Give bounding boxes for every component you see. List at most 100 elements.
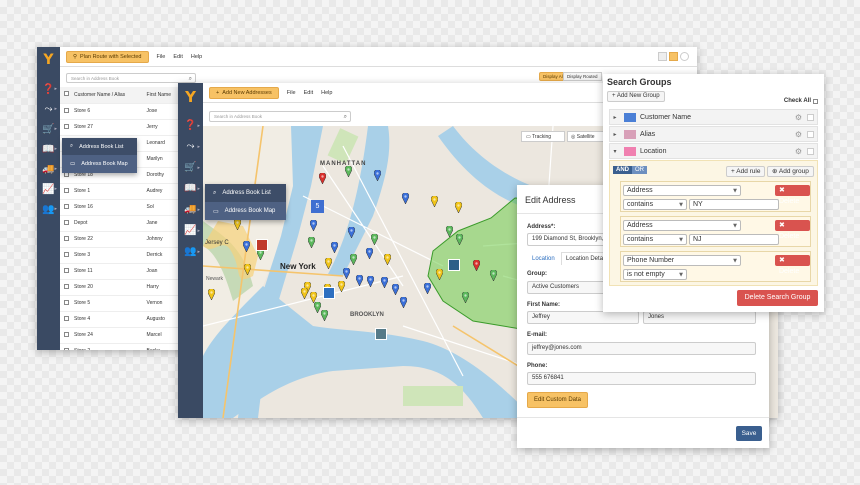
list-view-icon[interactable] bbox=[669, 52, 678, 61]
or-button[interactable]: OR bbox=[632, 166, 647, 174]
rule-field-select[interactable]: Address ▼ bbox=[623, 185, 741, 196]
gear-icon[interactable]: ⚙ bbox=[795, 113, 802, 122]
search-input-map[interactable]: Search in Address Book ⌕ bbox=[209, 111, 351, 122]
flyout-address-book-list[interactable]: ⌕ Address Book List bbox=[205, 184, 286, 202]
flyout-address-book-list[interactable]: ⌕ Address Book List bbox=[62, 138, 137, 155]
last-name-input[interactable]: Jones bbox=[643, 311, 756, 324]
tab-location[interactable]: Location bbox=[532, 256, 555, 262]
chart-icon[interactable]: 📈 ▸ bbox=[37, 179, 60, 199]
check-all-label[interactable]: Check All bbox=[784, 98, 818, 104]
menu-help[interactable]: Help bbox=[191, 54, 202, 60]
table-row[interactable]: Store 3 Derrick bbox=[60, 247, 180, 264]
row-checkbox[interactable] bbox=[60, 279, 70, 296]
display-routed-button[interactable]: Display Routed bbox=[563, 72, 602, 81]
depot-marker[interactable] bbox=[256, 239, 268, 251]
table-row[interactable]: Store 16 Sol bbox=[60, 199, 180, 216]
row-checkbox[interactable] bbox=[60, 231, 70, 248]
table-row[interactable]: Depot Jane bbox=[60, 215, 180, 232]
row-checkbox[interactable] bbox=[60, 215, 70, 232]
rule-operator-select[interactable]: contains ▼ bbox=[623, 234, 687, 245]
table-row[interactable]: Store 2Becky bbox=[60, 343, 180, 350]
row-checkbox[interactable] bbox=[60, 247, 70, 264]
users-icon[interactable]: 👥 ▸ bbox=[37, 199, 60, 219]
row-checkbox[interactable] bbox=[60, 327, 70, 344]
phone-input[interactable]: 555 676841 bbox=[527, 372, 756, 385]
table-row[interactable]: Store 24 Marcel bbox=[60, 327, 180, 344]
vehicle-marker[interactable] bbox=[375, 328, 387, 340]
chart-icon[interactable]: 📈 ▸ bbox=[178, 220, 203, 241]
rule-value-input[interactable]: NJ bbox=[689, 234, 779, 245]
plan-route-button[interactable]: ⚲ Plan Route with Selected bbox=[66, 50, 149, 63]
expand-icon[interactable]: ▸ bbox=[610, 114, 620, 121]
table-row[interactable]: Store 22 Johnny bbox=[60, 231, 180, 248]
group-checkbox[interactable] bbox=[807, 147, 814, 155]
collapse-icon[interactable]: ▾ bbox=[610, 148, 620, 155]
table-row[interactable]: Store 20 Harry bbox=[60, 279, 180, 296]
row-checkbox[interactable] bbox=[60, 119, 70, 136]
menu-file[interactable]: File bbox=[157, 54, 166, 60]
info-icon[interactable] bbox=[680, 52, 689, 61]
address-input[interactable]: 199 Diamond St, Brooklyn, N bbox=[527, 233, 612, 246]
table-row[interactable]: Store 1 Audrey bbox=[60, 183, 180, 200]
delete-rule-button[interactable]: ✖ Delete bbox=[775, 220, 810, 240]
edit-custom-data-button[interactable]: Edit Custom Data bbox=[527, 392, 589, 408]
tab-location-details[interactable]: Location Deta bbox=[561, 252, 609, 265]
truck-icon[interactable]: 🚚 ▸ bbox=[37, 159, 60, 179]
table-row[interactable]: Store 11 Joan bbox=[60, 263, 180, 280]
vehicle-marker[interactable] bbox=[448, 259, 460, 271]
row-checkbox[interactable] bbox=[60, 311, 70, 328]
table-row[interactable]: Store 27 Jerry bbox=[60, 119, 180, 136]
email-input[interactable]: jeffrey@jones.com bbox=[527, 342, 756, 355]
vehicle-marker[interactable] bbox=[323, 287, 335, 299]
delete-search-group-button[interactable]: Delete Search Group bbox=[737, 290, 818, 306]
table-row[interactable]: Store 6 Jose bbox=[60, 103, 180, 120]
map-tracking-button[interactable]: ▭ Tracking bbox=[521, 131, 565, 142]
cart-icon[interactable]: 🛒 ▸ bbox=[178, 157, 203, 178]
add-new-addresses-button[interactable]: + Add New Addresses bbox=[209, 86, 279, 99]
group-checkbox[interactable] bbox=[807, 113, 814, 121]
and-button[interactable]: AND bbox=[613, 166, 632, 174]
grid-view-icon[interactable] bbox=[658, 52, 667, 61]
menu-file[interactable]: File bbox=[287, 90, 296, 96]
rule-operator-select[interactable]: contains ▼ bbox=[623, 199, 687, 210]
group-row-alias[interactable]: ▸ Alias ⚙ bbox=[609, 126, 818, 142]
rule-field-select[interactable]: Phone Number ▼ bbox=[623, 255, 741, 266]
cart-icon[interactable]: 🛒 ▸ bbox=[37, 119, 60, 139]
column-header-first-name[interactable]: First Name bbox=[142, 87, 180, 104]
delete-rule-button[interactable]: ✖ Delete bbox=[775, 255, 810, 275]
cluster-marker[interactable]: 5 bbox=[311, 200, 324, 213]
flyout-address-book-map[interactable]: ▭ Address Book Map bbox=[205, 202, 286, 220]
group-select[interactable]: Active Customers bbox=[527, 281, 612, 294]
group-row-customer-name[interactable]: ▸ Customer Name ⚙ bbox=[609, 109, 818, 125]
delete-rule-button[interactable]: ✖ Delete bbox=[775, 185, 810, 205]
row-checkbox[interactable] bbox=[60, 343, 70, 350]
first-name-input[interactable]: Jeffrey bbox=[527, 311, 639, 324]
add-rule-button[interactable]: + Add rule bbox=[726, 166, 766, 177]
route-icon[interactable]: ⤳ ▸ bbox=[37, 99, 60, 119]
route-icon[interactable]: ⤳ ▸ bbox=[178, 136, 203, 157]
rule-field-select[interactable]: Address ▼ bbox=[623, 220, 741, 231]
menu-help[interactable]: Help bbox=[321, 90, 332, 96]
table-row[interactable]: Store 5 Vernon bbox=[60, 295, 180, 312]
add-new-group-button[interactable]: + Add New Group bbox=[607, 91, 665, 102]
search-input-back[interactable]: Search in Address Book ⌕ bbox=[66, 73, 196, 83]
menu-edit[interactable]: Edit bbox=[304, 90, 313, 96]
group-checkbox[interactable] bbox=[807, 130, 814, 138]
row-checkbox[interactable] bbox=[60, 199, 70, 216]
map-satellite-button[interactable]: ◎ Satellite bbox=[567, 131, 605, 142]
row-checkbox[interactable] bbox=[60, 103, 70, 120]
menu-edit[interactable]: Edit bbox=[173, 54, 182, 60]
table-row[interactable]: Store 4 Augusto bbox=[60, 311, 180, 328]
users-icon[interactable]: 👥 ▸ bbox=[178, 241, 203, 262]
row-checkbox[interactable] bbox=[60, 263, 70, 280]
address-book-icon[interactable]: 📖 ▸ bbox=[37, 139, 60, 159]
gear-icon[interactable]: ⚙ bbox=[795, 147, 802, 156]
add-group-button[interactable]: ⊕ Add group bbox=[767, 166, 814, 177]
rule-operator-select[interactable]: is not empty ▼ bbox=[623, 269, 687, 280]
help-icon[interactable]: ❓ ▸ bbox=[37, 79, 60, 99]
gear-icon[interactable]: ⚙ bbox=[795, 130, 802, 139]
rule-value-input[interactable]: NY bbox=[689, 199, 779, 210]
address-book-icon[interactable]: 📖 ▸ bbox=[178, 178, 203, 199]
flyout-address-book-map[interactable]: ▭ Address Book Map bbox=[62, 155, 137, 173]
check-all-checkbox[interactable] bbox=[813, 98, 818, 104]
